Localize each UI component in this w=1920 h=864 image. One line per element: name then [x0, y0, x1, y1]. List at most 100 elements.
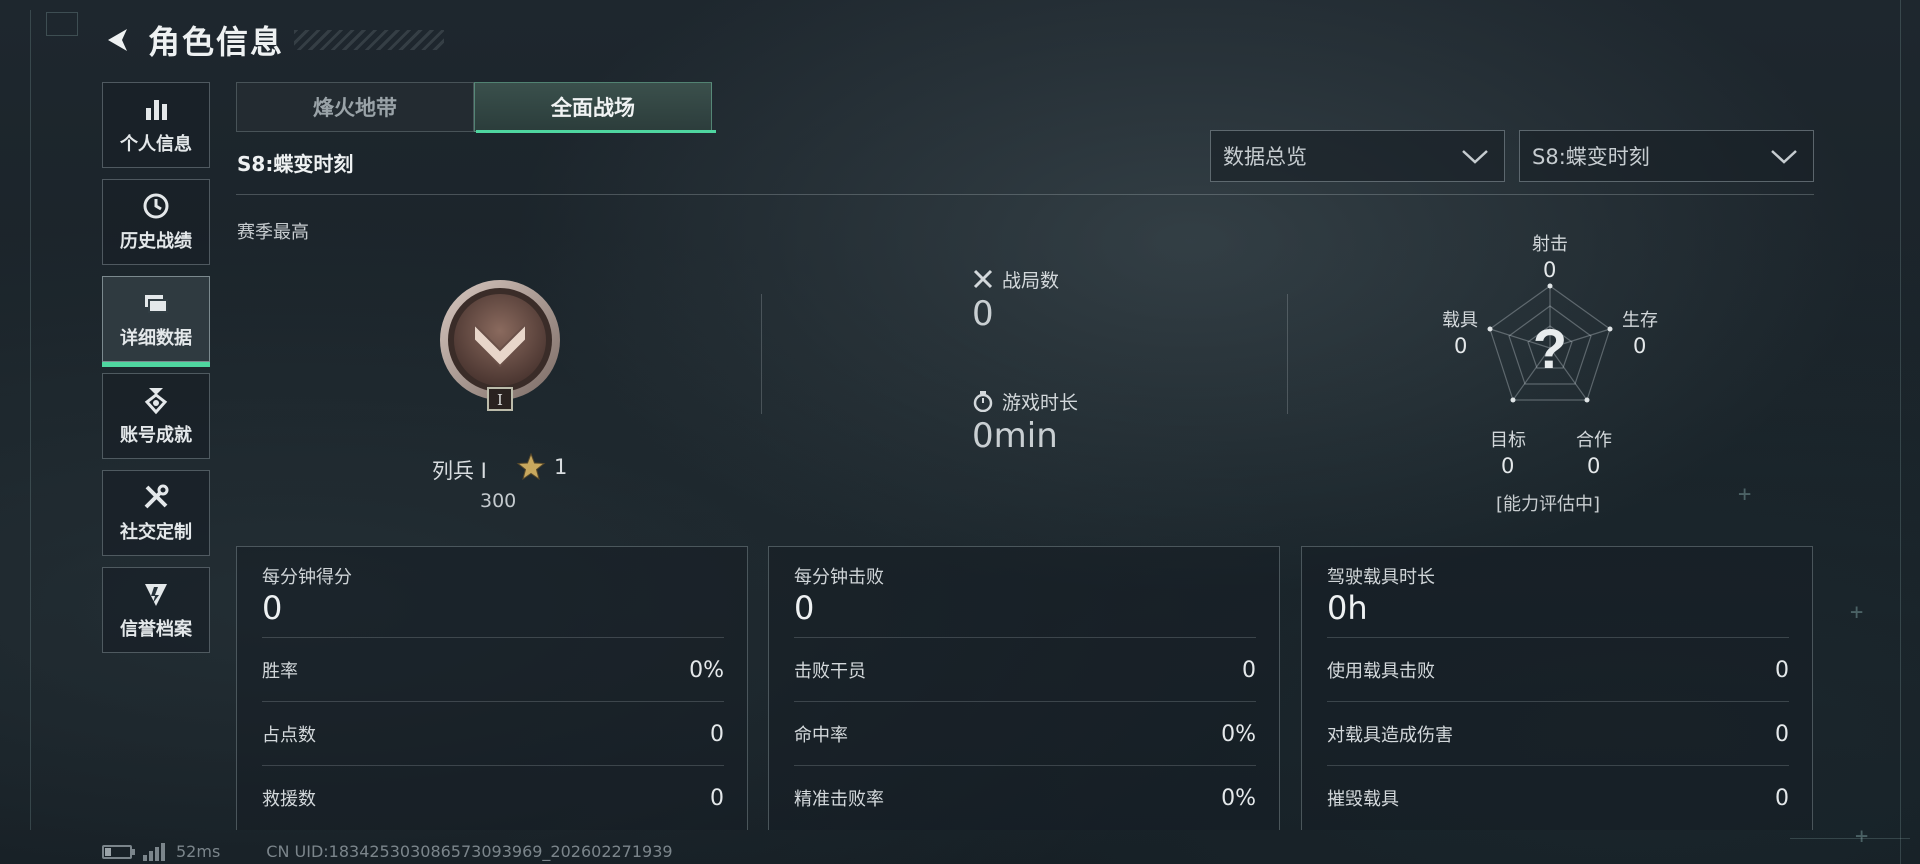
bar-chart-icon [146, 100, 167, 120]
wrench-icon [144, 484, 169, 509]
vehicle-stats-card: 驾驶载具时长 0h 使用载具击败 0 对载具造成伤害 0 摧毁载具 0 [1301, 546, 1813, 830]
stat-value: 0 [1242, 657, 1256, 683]
signal-icon [143, 842, 165, 861]
stat-label: 摧毁载具 [1327, 789, 1399, 810]
uid-text: CN UID:1834253030865730939​69_2026022719… [266, 842, 673, 861]
shield-icon [145, 584, 167, 606]
stat-value: 0 [1775, 657, 1789, 683]
rank-star-count: 1 [554, 455, 568, 479]
radar-label-objective: 目标 [1490, 430, 1526, 451]
stat-label: 精准击败率 [794, 789, 884, 810]
page-title: 角色信息 [148, 23, 285, 61]
sidebar-item-history[interactable]: 历史战绩 [102, 179, 210, 265]
stat-label: 使用载具击败 [1327, 661, 1435, 682]
chevron-down-icon [1462, 150, 1488, 164]
section-divider [236, 194, 1814, 195]
view-dropdown-value: 数据总览 [1223, 145, 1307, 169]
radar-status: [能力评估中] [1496, 494, 1601, 515]
stat-label: 占点数 [262, 725, 316, 746]
frame-corner [46, 12, 78, 36]
score-stats-card: 每分钟得分 0 胜率 0% 占点数 0 救援数 0 [236, 546, 748, 830]
history-icon [143, 193, 169, 219]
sidebar-item-personal-info[interactable]: 个人信息 [102, 82, 210, 168]
status-bar: 52ms CN UID:1834253030865730939​69_20260… [102, 842, 673, 861]
matches-label: 战局数 [1002, 270, 1060, 292]
stat-label: 救援数 [262, 789, 316, 810]
page-header: 角色信息 [100, 16, 445, 64]
radar-value-teamwork: 0 [1587, 454, 1601, 478]
season-dropdown-value: S8:蝶变时刻 [1532, 145, 1650, 169]
rank-numeral: I [497, 391, 503, 409]
stat-row: 精准击败率 0% [794, 765, 1256, 830]
playtime-label: 游戏时长 [1002, 392, 1079, 414]
active-tab-indicator [476, 130, 716, 133]
rank-score: 300 [480, 490, 517, 512]
sidebar-item-label: 个人信息 [120, 134, 192, 155]
sidebar-item-label: 历史战绩 [120, 231, 192, 252]
sidebar-item-label: 信誉档案 [120, 619, 192, 640]
stat-row: 对载具造成伤害 0 [1327, 701, 1789, 766]
card-head-value: 0 [794, 589, 815, 627]
stat-row: 摧毁载具 0 [1327, 765, 1789, 830]
stat-value: 0% [689, 657, 724, 683]
decor-plus: + [1738, 482, 1752, 507]
stat-label: 胜率 [262, 661, 298, 682]
stat-row: 击败干员 0 [794, 637, 1256, 702]
radar-label-shooting: 射击 [1532, 234, 1568, 255]
stat-row: 救援数 0 [262, 765, 724, 830]
stat-label: 对载具造成伤害 [1327, 725, 1453, 746]
sidebar-item-achievements[interactable]: 账号成就 [102, 373, 210, 459]
radar-label-survival: 生存 [1622, 310, 1658, 331]
sidebar-item-label: 详细数据 [120, 328, 192, 349]
ability-radar-chart: ? [1487, 283, 1613, 403]
tab-warfare-zone[interactable]: 烽火地带 [236, 82, 474, 132]
matches-value: 0 [972, 294, 994, 334]
radar-value-vehicle: 0 [1454, 334, 1468, 358]
card-head-label: 每分钟得分 [262, 567, 352, 588]
stat-value: 0% [1221, 721, 1256, 747]
stat-value: 0% [1221, 785, 1256, 811]
season-title: S8:蝶变时刻 [237, 152, 354, 176]
ping-text: 52ms [176, 842, 221, 861]
frame-line [1900, 0, 1901, 864]
battery-icon [102, 844, 135, 859]
frame-line [30, 10, 31, 830]
radar-label-vehicle: 载具 [1442, 310, 1478, 331]
stat-value: 0 [1775, 785, 1789, 811]
vertical-divider [1287, 294, 1288, 414]
radar-value-shooting: 0 [1543, 258, 1557, 282]
back-arrow-icon[interactable] [100, 23, 134, 57]
view-dropdown[interactable]: 数据总览 [1210, 130, 1505, 182]
chevron-down-icon [1771, 150, 1797, 164]
radar-label-teamwork: 合作 [1576, 430, 1612, 451]
sidebar-item-detailed-data[interactable]: 详细数据 [102, 276, 210, 367]
title-decoration [294, 30, 445, 50]
sidebar-item-credit[interactable]: 信誉档案 [102, 567, 210, 653]
card-head-label: 每分钟击败 [794, 567, 884, 588]
decor-plus: + [1850, 600, 1864, 625]
stopwatch-icon [973, 391, 993, 412]
stat-label: 击败干员 [794, 661, 866, 682]
folder-icon [145, 295, 168, 313]
rank-emblem-icon: I [440, 280, 560, 411]
combat-stats-card: 每分钟击败 0 击败干员 0 命中率 0% 精准击败率 0% [768, 546, 1280, 830]
decor-plus: + [1855, 824, 1869, 849]
radar-value-survival: 0 [1633, 334, 1647, 358]
card-head-value: 0 [262, 589, 283, 627]
stat-value: 0 [1775, 721, 1789, 747]
stat-value: 0 [710, 721, 724, 747]
season-dropdown[interactable]: S8:蝶变时刻 [1519, 130, 1814, 182]
card-head-value: 0h [1327, 589, 1368, 627]
sidebar-item-social[interactable]: 社交定制 [102, 470, 210, 556]
rank-name: 列兵 I [432, 459, 487, 483]
frame-line [1790, 838, 1910, 839]
stat-label: 命中率 [794, 725, 848, 746]
tab-full-battlefield[interactable]: 全面战场 [474, 82, 712, 132]
medal-icon [144, 388, 168, 415]
sidebar-item-label: 社交定制 [120, 522, 192, 543]
sidebar-item-label: 账号成就 [120, 425, 192, 446]
season-best-label: 赛季最高 [237, 222, 309, 243]
mode-tabs: 烽火地带 全面战场 [236, 82, 712, 132]
stat-value: 0 [710, 785, 724, 811]
sidebar: 个人信息 历史战绩 详细数据 账号成就 社交定制 信誉档案 [102, 82, 212, 664]
